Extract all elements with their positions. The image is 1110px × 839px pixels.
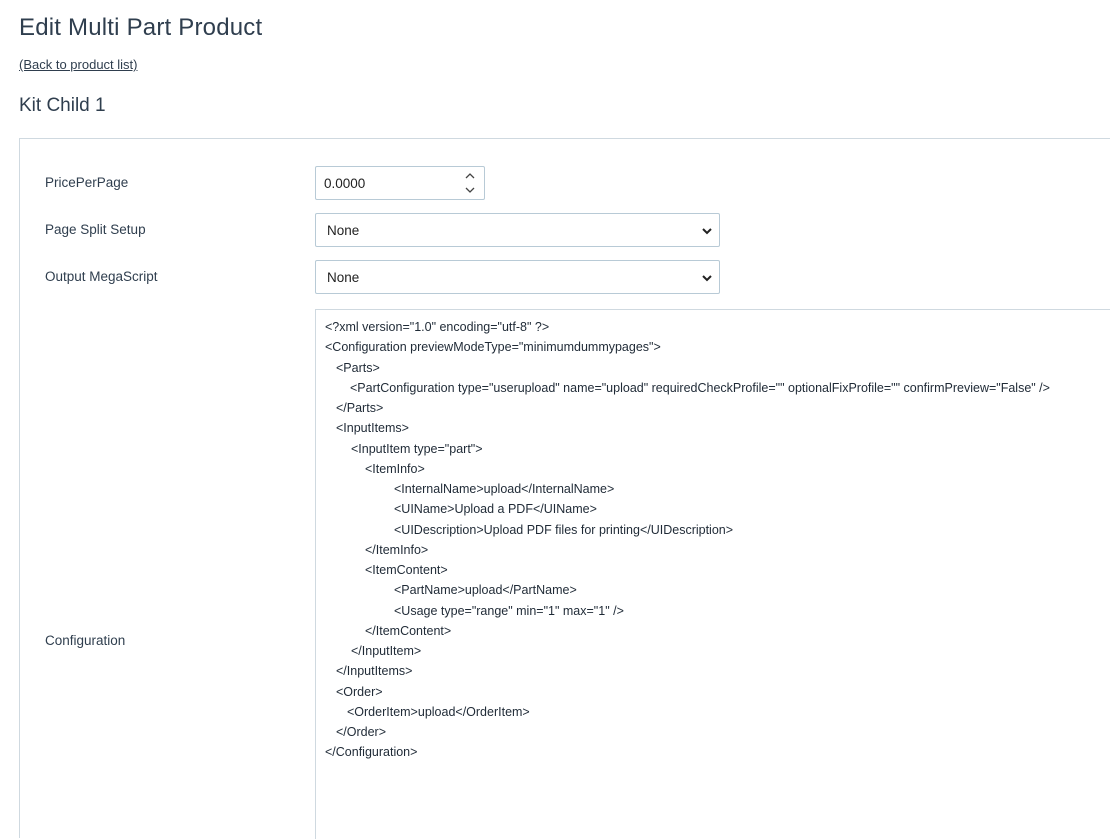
chevron-down-icon: [702, 228, 712, 235]
xml-line: <UIName>Upload a PDF</UIName>: [394, 502, 597, 516]
xml-line: <Order>: [336, 685, 383, 699]
number-spinner[interactable]: [464, 170, 476, 196]
chevron-down-icon: [702, 275, 712, 282]
xml-line: <ItemInfo>: [365, 462, 425, 476]
section-title: Kit Child 1: [19, 95, 106, 116]
price-per-page-value: 0.0000: [324, 176, 366, 191]
xml-line: <?xml version="1.0" encoding="utf-8" ?>: [325, 320, 550, 334]
xml-line: </InputItems>: [336, 664, 413, 678]
configuration-label: Configuration: [45, 633, 126, 648]
xml-line: <Parts>: [336, 361, 380, 375]
xml-line: <PartConfiguration type="userupload" nam…: [350, 381, 1050, 395]
chevron-up-icon[interactable]: [465, 173, 475, 179]
xml-line: <PartName>upload</PartName>: [394, 583, 577, 597]
xml-line: <InputItem type="part">: [351, 442, 483, 456]
output-megascript-select[interactable]: None: [315, 260, 720, 294]
output-megascript-label: Output MegaScript: [45, 269, 158, 284]
chevron-down-icon[interactable]: [465, 187, 475, 193]
price-per-page-input[interactable]: 0.0000: [315, 166, 485, 200]
xml-line: <UIDescription>Upload PDF files for prin…: [394, 523, 734, 537]
xml-line: <Configuration previewModeType="minimumd…: [325, 340, 661, 354]
back-to-product-list-link[interactable]: (Back to product list): [19, 57, 138, 72]
xml-line: <Usage type="range" min="1" max="1" />: [394, 604, 624, 618]
configuration-textarea[interactable]: <?xml version="1.0" encoding="utf-8" ?> …: [315, 309, 1110, 839]
xml-line: <ItemContent>: [365, 563, 448, 577]
page-split-setup-value: None: [327, 223, 360, 238]
page-title: Edit Multi Part Product: [19, 14, 263, 41]
xml-line: </ItemContent>: [365, 624, 452, 638]
xml-line: <InternalName>upload</InternalName>: [394, 482, 615, 496]
price-per-page-label: PricePerPage: [45, 175, 129, 190]
xml-line: </Order>: [336, 725, 387, 739]
xml-line: </ItemInfo>: [365, 543, 429, 557]
page-split-setup-label: Page Split Setup: [45, 222, 146, 237]
xml-line: </Parts>: [336, 401, 384, 415]
page-split-setup-select[interactable]: None: [315, 213, 720, 247]
xml-line: <OrderItem>upload</OrderItem>: [347, 705, 530, 719]
xml-line: </InputItem>: [351, 644, 422, 658]
output-megascript-value: None: [327, 270, 360, 285]
xml-line: <InputItems>: [336, 421, 409, 435]
xml-line: </Configuration>: [325, 745, 418, 759]
